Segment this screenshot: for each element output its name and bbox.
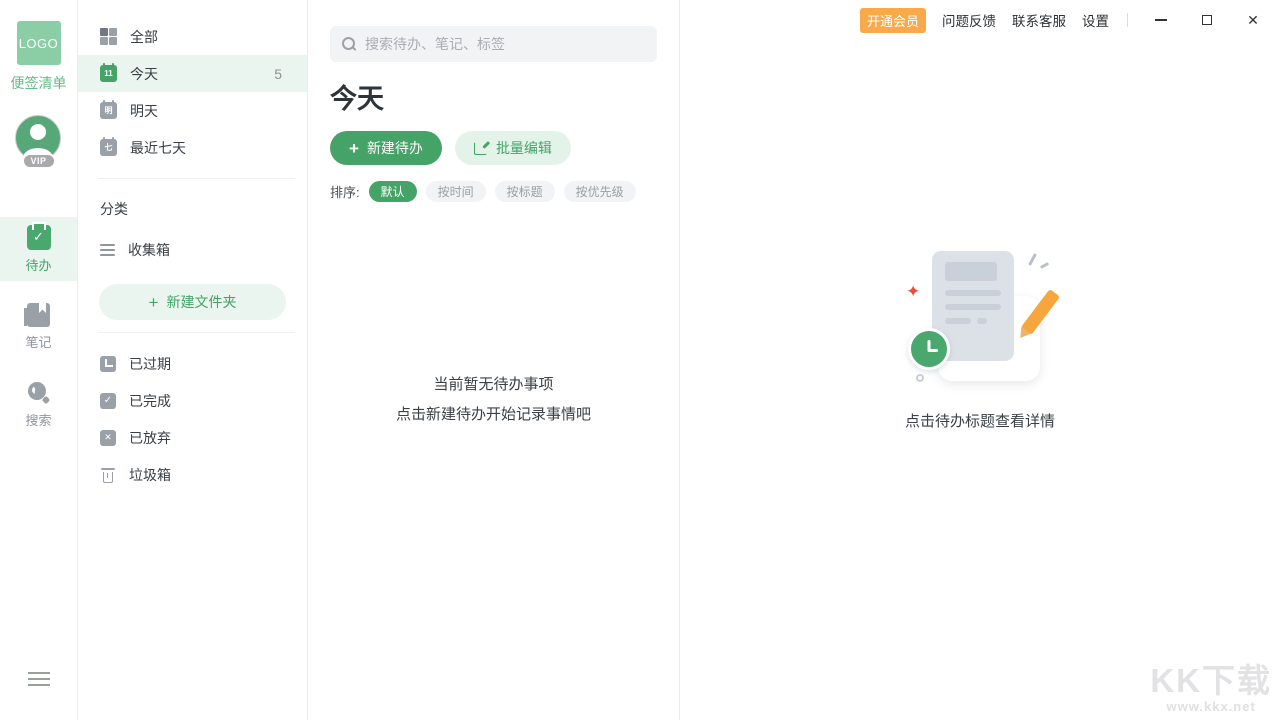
rail-item-search[interactable]: 搜索 xyxy=(0,373,77,437)
sidebar-item-trash[interactable]: 垃圾箱 xyxy=(78,456,307,493)
plus-icon: + xyxy=(349,140,359,157)
close-icon: ✕ xyxy=(1247,13,1259,27)
empty-state-message: 当前暂无待办事项 点击新建待办开始记录事情吧 xyxy=(330,370,657,430)
watermark-title: KK下载 xyxy=(1150,663,1272,699)
spark-line-icon xyxy=(1040,262,1049,269)
sparkle-star-icon: ✦ xyxy=(906,283,920,300)
detail-empty-caption: 点击待办标题查看详情 xyxy=(905,410,1055,431)
new-folder-label: 新建文件夹 xyxy=(166,292,236,312)
sidebar-item-abandoned[interactable]: ✕ 已放弃 xyxy=(78,419,307,456)
new-todo-button[interactable]: + 新建待办 xyxy=(330,131,442,165)
clock-badge-icon xyxy=(908,328,950,370)
spark-line-icon xyxy=(1028,253,1037,266)
rail-item-label: 搜索 xyxy=(25,410,51,429)
search-icon xyxy=(342,37,356,51)
menu-hamburger-icon[interactable] xyxy=(28,668,50,690)
detail-empty-state: ✦ 点击待办标题查看详情 xyxy=(680,243,1280,431)
sort-label: 排序: xyxy=(330,182,360,201)
completed-check-icon: ✓ xyxy=(100,393,116,409)
sort-option-time[interactable]: 按时间 xyxy=(426,181,486,202)
feedback-link[interactable]: 问题反馈 xyxy=(942,10,996,30)
sidebar-item-label: 最近七天 xyxy=(130,138,186,158)
topbar-separator xyxy=(1127,13,1128,27)
sort-option-default[interactable]: 默认 xyxy=(369,181,417,202)
sort-option-title[interactable]: 按标题 xyxy=(495,181,555,202)
left-rail: LOGO 便签清单 VIP 待办 笔记 搜索 xyxy=(0,0,78,720)
today-count-badge: 5 xyxy=(274,66,282,82)
app-logo: LOGO xyxy=(17,21,61,65)
close-button[interactable]: ✕ xyxy=(1238,5,1268,35)
logo-text: LOGO xyxy=(19,36,59,51)
calendar-tomorrow-icon: 明 xyxy=(100,102,117,119)
minimize-button[interactable] xyxy=(1146,5,1176,35)
edit-pencil-icon xyxy=(474,141,488,155)
batch-edit-label: 批量编辑 xyxy=(496,138,552,158)
sidebar-item-all[interactable]: 全部 xyxy=(78,18,307,55)
sort-row: 排序: 默认 按时间 按标题 按优先级 xyxy=(330,181,657,202)
sidebar: 全部 11 今天 5 明 明天 七 最近七天 分类 收集箱 + 新建文件夹 已过… xyxy=(78,0,308,720)
sidebar-item-inbox[interactable]: 收集箱 xyxy=(78,231,307,268)
new-folder-button[interactable]: + 新建文件夹 xyxy=(99,284,286,320)
sort-option-priority[interactable]: 按优先级 xyxy=(564,181,636,202)
action-buttons: + 新建待办 批量编辑 xyxy=(330,131,657,165)
sidebar-item-completed[interactable]: ✓ 已完成 xyxy=(78,382,307,419)
site-watermark: KK下载 www.kkx.net xyxy=(1150,663,1272,714)
minimize-icon xyxy=(1155,19,1167,21)
watermark-url: www.kkx.net xyxy=(1150,699,1272,714)
top-menu-bar: 开通会员 问题反馈 联系客服 设置 ✕ xyxy=(860,0,1280,40)
grid-icon xyxy=(100,28,117,45)
category-section-label: 分类 xyxy=(78,191,307,231)
todo-list-panel: 今天 + 新建待办 批量编辑 排序: 默认 按时间 按标题 按优先级 当前暂无待… xyxy=(308,0,680,720)
calendar-week-icon: 七 xyxy=(100,139,117,156)
detail-panel: 开通会员 问题反馈 联系客服 设置 ✕ ✦ 点击待办标题查看详情 xyxy=(680,0,1280,720)
sidebar-item-label: 全部 xyxy=(130,27,158,47)
trash-icon xyxy=(100,467,116,483)
sidebar-item-label: 垃圾箱 xyxy=(129,465,171,485)
sidebar-divider xyxy=(98,332,295,333)
sidebar-item-expired[interactable]: 已过期 xyxy=(78,345,307,382)
user-avatar[interactable]: VIP xyxy=(15,115,63,167)
new-todo-label: 新建待办 xyxy=(367,138,423,158)
rail-nav: 待办 笔记 搜索 xyxy=(0,217,77,451)
inbox-lines-icon xyxy=(100,244,115,256)
rail-item-label: 笔记 xyxy=(25,332,51,351)
vip-badge: VIP xyxy=(21,153,55,169)
plus-icon: + xyxy=(149,294,159,311)
rail-item-notes[interactable]: 笔记 xyxy=(0,295,77,359)
sidebar-item-label: 已放弃 xyxy=(129,428,171,448)
search-input[interactable] xyxy=(365,36,645,52)
abandoned-cross-icon: ✕ xyxy=(100,430,116,446)
notes-book-icon xyxy=(27,303,50,327)
rail-item-label: 待办 xyxy=(25,255,51,274)
search-bar[interactable] xyxy=(330,26,657,62)
sidebar-divider xyxy=(98,178,295,179)
page-title: 今天 xyxy=(330,77,657,116)
empty-illustration: ✦ xyxy=(900,243,1060,388)
app-name: 便签清单 xyxy=(11,73,67,93)
sidebar-item-label: 今天 xyxy=(130,64,158,84)
sidebar-item-label: 明天 xyxy=(130,101,158,121)
empty-line-1: 当前暂无待办事项 xyxy=(330,370,657,400)
search-magnifier-icon xyxy=(27,381,51,405)
expired-clock-icon xyxy=(100,356,116,372)
sidebar-item-label: 收集箱 xyxy=(128,240,170,260)
sidebar-item-label: 已完成 xyxy=(129,391,171,411)
decor-ring xyxy=(916,374,924,382)
calendar-today-icon: 11 xyxy=(100,65,117,82)
support-link[interactable]: 联系客服 xyxy=(1012,10,1066,30)
sidebar-item-label: 已过期 xyxy=(129,354,171,374)
rail-item-todo[interactable]: 待办 xyxy=(0,217,77,281)
empty-line-2: 点击新建待办开始记录事情吧 xyxy=(330,400,657,430)
batch-edit-button[interactable]: 批量编辑 xyxy=(455,131,571,165)
maximize-icon xyxy=(1202,15,1212,25)
sidebar-item-tomorrow[interactable]: 明 明天 xyxy=(78,92,307,129)
sidebar-item-today[interactable]: 11 今天 5 xyxy=(78,55,307,92)
settings-link[interactable]: 设置 xyxy=(1082,10,1109,30)
maximize-button[interactable] xyxy=(1192,5,1222,35)
sidebar-item-week[interactable]: 七 最近七天 xyxy=(78,129,307,166)
todo-clipboard-icon xyxy=(27,225,51,250)
upgrade-member-button[interactable]: 开通会员 xyxy=(860,8,926,33)
